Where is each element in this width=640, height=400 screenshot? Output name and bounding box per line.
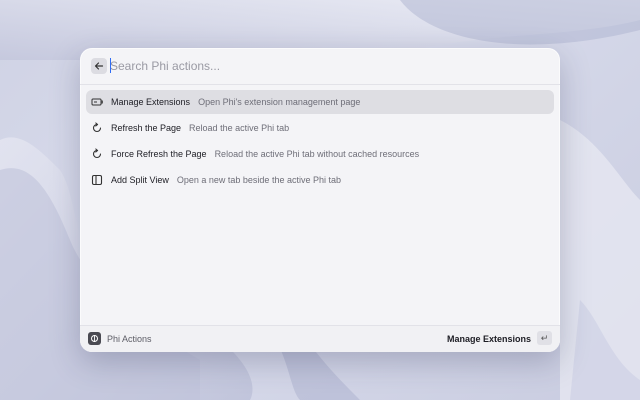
action-title: Refresh the Page	[111, 123, 182, 133]
action-item-manage-extensions[interactable]: Manage Extensions Open Phi's extension m…	[86, 90, 554, 114]
phi-logo-icon	[88, 332, 101, 345]
extension-icon	[89, 94, 105, 110]
command-palette: Manage Extensions Open Phi's extension m…	[80, 48, 560, 352]
back-button[interactable]	[91, 58, 107, 74]
action-item-add-split-view[interactable]: Add Split View Open a new tab beside the…	[86, 168, 554, 192]
action-description: Reload the active Phi tab	[189, 123, 290, 133]
footer-app-label: Phi Actions	[107, 334, 152, 344]
action-description: Reload the active Phi tab without cached…	[214, 149, 420, 159]
return-key-button[interactable]: ↵	[537, 331, 552, 345]
search-input[interactable]	[110, 57, 530, 75]
action-title: Add Split View	[111, 175, 169, 185]
refresh-icon	[89, 120, 105, 136]
split-view-icon	[89, 172, 105, 188]
action-title: Force Refresh the Page	[111, 149, 207, 159]
action-item-force-refresh-page[interactable]: Force Refresh the Page Reload the active…	[86, 142, 554, 166]
action-description: Open Phi's extension management page	[198, 97, 361, 107]
primary-action-button[interactable]: Manage Extensions	[447, 334, 531, 344]
action-item-refresh-page[interactable]: Refresh the Page Reload the active Phi t…	[86, 116, 554, 140]
arrow-left-icon	[94, 62, 104, 70]
return-key-icon: ↵	[540, 332, 549, 343]
search-bar	[80, 48, 560, 85]
text-caret	[110, 58, 111, 73]
action-list: Manage Extensions Open Phi's extension m…	[80, 90, 560, 194]
action-title: Manage Extensions	[111, 97, 191, 107]
palette-footer: Phi Actions Manage Extensions ↵	[80, 325, 560, 352]
refresh-icon	[89, 146, 105, 162]
action-description: Open a new tab beside the active Phi tab	[176, 175, 341, 185]
